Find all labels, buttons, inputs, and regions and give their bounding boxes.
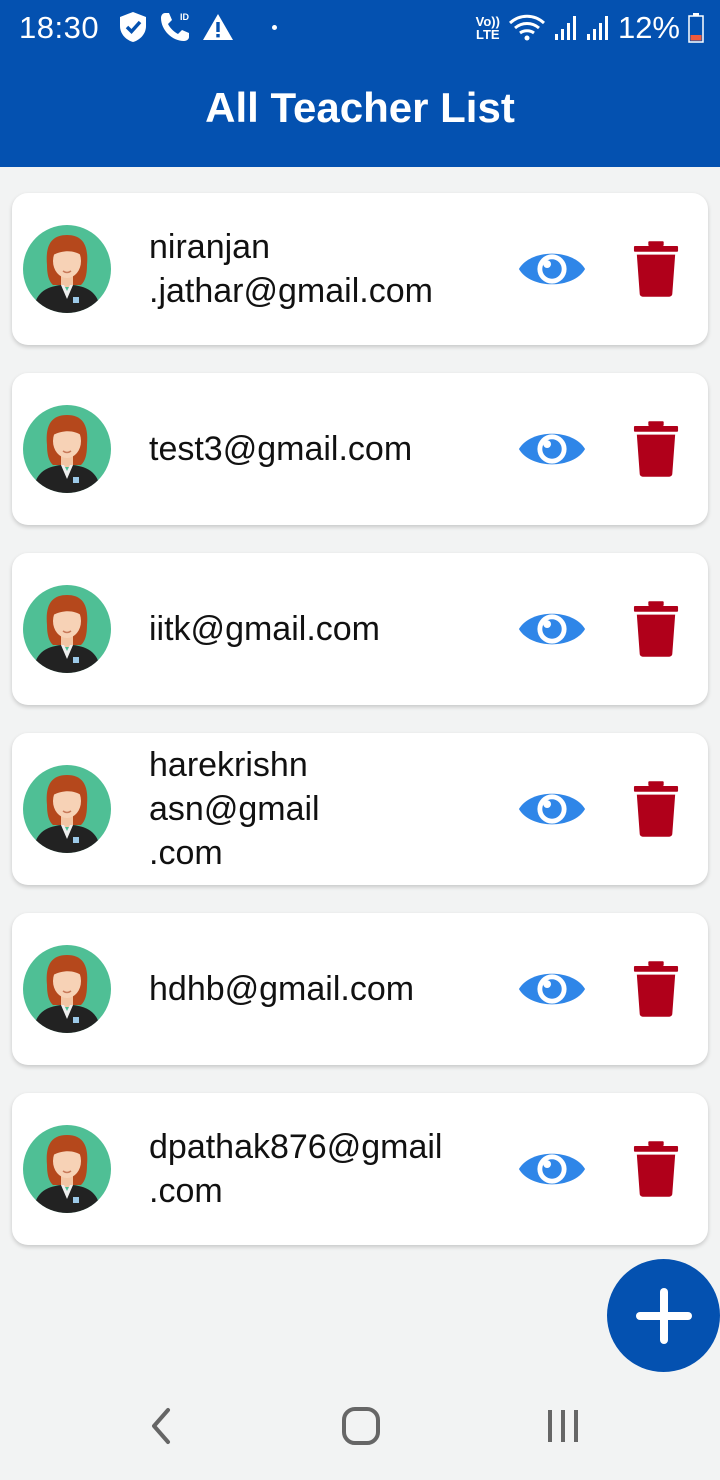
teacher-list: niranjan .jathar@gmail.com test3@gmail.c… bbox=[12, 193, 708, 1273]
teacher-card[interactable]: dpathak876@gmail .com bbox=[12, 1093, 708, 1245]
view-teacher-button[interactable] bbox=[516, 595, 588, 663]
battery-percentage: 12% bbox=[617, 10, 680, 45]
signal-1-icon bbox=[554, 16, 576, 40]
lte-label: LTE bbox=[476, 27, 500, 42]
view-teacher-button[interactable] bbox=[516, 775, 588, 843]
teacher-card[interactable]: iitk@gmail.com bbox=[12, 553, 708, 705]
home-icon[interactable] bbox=[338, 1402, 384, 1450]
trash-icon bbox=[633, 421, 679, 477]
teacher-email: dpathak876@gmail .com bbox=[149, 1093, 484, 1245]
teacher-email-text: dpathak876@gmail .com bbox=[149, 1128, 443, 1210]
teacher-email-text: harekrishn asn@gmail .com bbox=[149, 746, 320, 872]
shield-check-icon bbox=[120, 12, 146, 42]
teacher-email: test3@gmail.com bbox=[149, 373, 484, 525]
view-teacher-button[interactable] bbox=[516, 415, 588, 483]
teacher-card[interactable]: harekrishn asn@gmail .com bbox=[12, 733, 708, 885]
status-bar: 18:30 ID Vo)) LTE 12% bbox=[0, 0, 720, 56]
teacher-card[interactable]: hdhb@gmail.com bbox=[12, 913, 708, 1065]
teacher-avatar bbox=[23, 1125, 111, 1213]
teacher-email: harekrishn asn@gmail .com bbox=[149, 733, 484, 885]
delete-teacher-button[interactable] bbox=[628, 597, 684, 661]
trash-icon bbox=[633, 241, 679, 297]
eye-icon bbox=[518, 433, 586, 465]
trash-icon bbox=[633, 1141, 679, 1197]
dot-icon bbox=[272, 24, 277, 30]
trash-icon bbox=[633, 781, 679, 837]
plus-icon bbox=[635, 1287, 692, 1344]
app-bar: 18:30 ID Vo)) LTE 12% All Teacher List bbox=[0, 0, 720, 167]
warning-icon bbox=[203, 14, 233, 40]
recent-apps-icon[interactable] bbox=[540, 1402, 586, 1450]
view-teacher-button[interactable] bbox=[516, 235, 588, 303]
teacher-email: hdhb@gmail.com bbox=[149, 913, 484, 1065]
signal-2-icon bbox=[586, 16, 608, 40]
add-teacher-button[interactable] bbox=[607, 1259, 720, 1372]
delete-teacher-button[interactable] bbox=[628, 777, 684, 841]
teacher-avatar bbox=[23, 765, 111, 853]
eye-icon bbox=[518, 613, 586, 645]
view-teacher-button[interactable] bbox=[516, 955, 588, 1023]
back-icon[interactable] bbox=[140, 1402, 180, 1450]
delete-teacher-button[interactable] bbox=[628, 417, 684, 481]
teacher-avatar bbox=[23, 405, 111, 493]
teacher-email: iitk@gmail.com bbox=[149, 553, 484, 705]
wifi-calling-icon: ID bbox=[161, 12, 190, 41]
status-left-icons: ID bbox=[118, 10, 277, 44]
delete-teacher-button[interactable] bbox=[628, 957, 684, 1021]
teacher-card[interactable]: niranjan .jathar@gmail.com bbox=[12, 193, 708, 345]
teacher-avatar bbox=[23, 225, 111, 313]
page-title: All Teacher List bbox=[205, 84, 515, 131]
teacher-email-text: iitk@gmail.com bbox=[149, 610, 380, 648]
eye-icon bbox=[518, 1153, 586, 1185]
volte-lte-icon: Vo)) LTE bbox=[476, 15, 500, 41]
system-navigation-bar bbox=[0, 1372, 720, 1480]
trash-icon bbox=[633, 601, 679, 657]
eye-icon bbox=[518, 973, 586, 1005]
teacher-card[interactable]: test3@gmail.com bbox=[12, 373, 708, 525]
teacher-email-text: test3@gmail.com bbox=[149, 430, 413, 468]
teacher-email-text: niranjan .jathar@gmail.com bbox=[149, 228, 433, 310]
delete-teacher-button[interactable] bbox=[628, 237, 684, 301]
status-time: 18:30 bbox=[19, 10, 100, 45]
svg-text:ID: ID bbox=[180, 12, 190, 22]
wifi-icon bbox=[508, 14, 545, 41]
teacher-avatar bbox=[23, 945, 111, 1033]
eye-icon bbox=[518, 793, 586, 825]
battery-low-icon bbox=[688, 13, 704, 43]
view-teacher-button[interactable] bbox=[516, 1135, 588, 1203]
delete-teacher-button[interactable] bbox=[628, 1137, 684, 1201]
trash-icon bbox=[633, 961, 679, 1017]
status-right-icons: Vo)) LTE 12% bbox=[476, 10, 704, 46]
teacher-email: niranjan .jathar@gmail.com bbox=[149, 193, 484, 345]
teacher-email-text: hdhb@gmail.com bbox=[149, 970, 415, 1008]
teacher-avatar bbox=[23, 585, 111, 673]
eye-icon bbox=[518, 253, 586, 285]
